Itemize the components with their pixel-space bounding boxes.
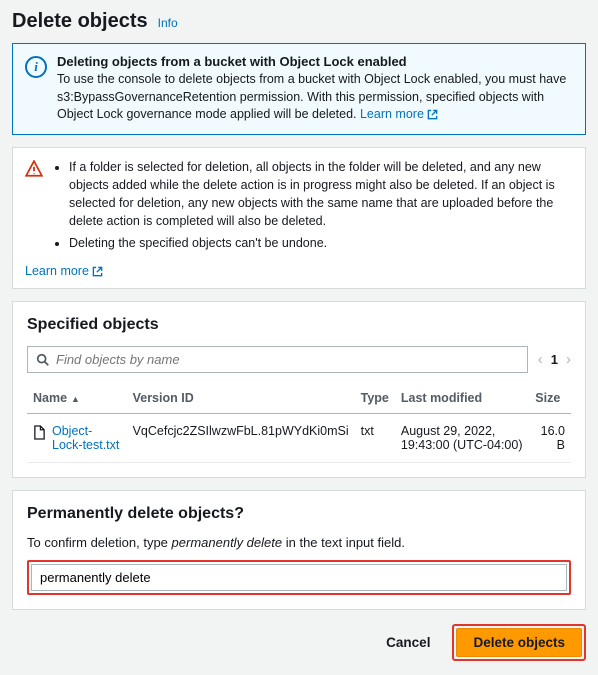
object-link[interactable]: Object-Lock-test.txt (33, 424, 121, 452)
pager-prev[interactable]: ‹ (538, 351, 543, 368)
warning-item: If a folder is selected for deletion, al… (69, 158, 573, 231)
col-version[interactable]: Version ID (127, 383, 355, 414)
confirm-panel: Permanently delete objects? To confirm d… (12, 490, 586, 610)
search-icon (36, 353, 50, 367)
page-title: Delete objects (12, 10, 148, 33)
col-modified[interactable]: Last modified (395, 383, 529, 414)
info-link[interactable]: Info (158, 16, 178, 30)
col-size[interactable]: Size (529, 383, 571, 414)
pager: ‹ 1 › (538, 351, 571, 368)
search-input[interactable] (56, 352, 519, 367)
delete-button[interactable]: Delete objects (456, 628, 582, 657)
cancel-button[interactable]: Cancel (376, 627, 440, 658)
col-type[interactable]: Type (355, 383, 395, 414)
info-alert-body: To use the console to delete objects fro… (57, 71, 573, 124)
confirm-title: Permanently delete objects? (27, 505, 571, 523)
warning-alert: If a folder is selected for deletion, al… (12, 147, 586, 290)
learn-more-link[interactable]: Learn more (360, 106, 438, 124)
confirm-input[interactable] (31, 564, 567, 591)
info-icon: i (25, 56, 47, 78)
warning-icon (25, 160, 43, 178)
learn-more-link[interactable]: Learn more (25, 264, 103, 278)
external-link-icon (427, 109, 438, 120)
search-input-wrap[interactable] (27, 346, 528, 373)
sort-asc-icon: ▲ (71, 394, 80, 404)
cell-modified: August 29, 2022, 19:43:00 (UTC-04:00) (395, 414, 529, 463)
info-alert: i Deleting objects from a bucket with Ob… (12, 43, 586, 135)
confirm-prompt: To confirm deletion, type permanently de… (27, 535, 571, 550)
info-alert-title: Deleting objects from a bucket with Obje… (57, 54, 573, 69)
external-link-icon (92, 266, 103, 277)
objects-table: Name▲ Version ID Type Last modified Size… (27, 383, 571, 463)
warning-item: Deleting the specified objects can't be … (69, 234, 573, 252)
specified-objects-title: Specified objects (27, 316, 571, 334)
table-row: Object-Lock-test.txt VqCefcjc2ZSIlwzwFbL… (27, 414, 571, 463)
cell-size: 16.0 B (529, 414, 571, 463)
delete-button-highlight: Delete objects (452, 624, 586, 661)
pager-current: 1 (551, 352, 558, 367)
footer-actions: Cancel Delete objects (12, 624, 586, 661)
cell-type: txt (355, 414, 395, 463)
confirm-input-highlight (27, 560, 571, 595)
file-icon (33, 425, 46, 440)
pager-next[interactable]: › (566, 351, 571, 368)
cell-version: VqCefcjc2ZSIlwzwFbL.81pWYdKi0mSi (127, 414, 355, 463)
specified-objects-panel: Specified objects ‹ 1 › Name▲ Version ID… (12, 301, 586, 478)
col-name[interactable]: Name▲ (27, 383, 127, 414)
